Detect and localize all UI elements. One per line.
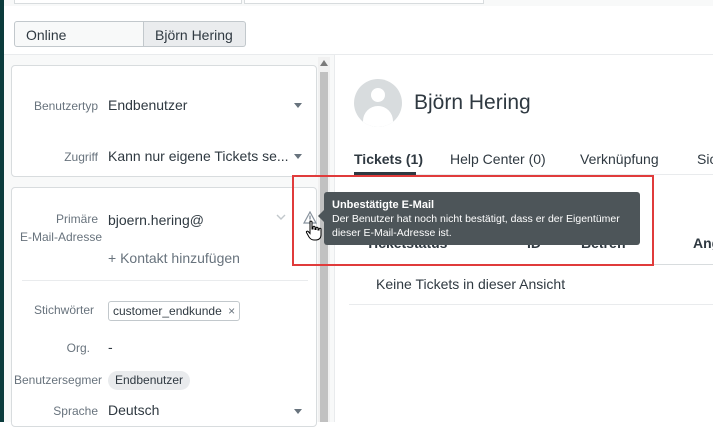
highlight-annotation-box — [292, 175, 654, 266]
tag-chip[interactable]: customer_endkunde × — [108, 301, 241, 321]
primary-email-value[interactable]: bjoern.hering@ — [108, 212, 204, 228]
tab-tickets[interactable]: Tickets (1) — [354, 151, 423, 167]
org-label: Org. — [66, 341, 90, 355]
workspace-tabs: Online (erstellen) Björn Hering — [4, 6, 713, 69]
tag-chip-label: customer_endkunde — [113, 304, 222, 318]
user-type-label: Benutzertyp — [33, 99, 98, 113]
chevron-down-icon[interactable] — [294, 154, 302, 159]
user-basic-card: Benutzertyp Endbenutzer Zugriff Kann nur… — [11, 65, 317, 177]
chevron-down-icon[interactable] — [294, 409, 302, 414]
language-label: Sprache — [53, 404, 98, 418]
chevron-down-icon[interactable] — [294, 103, 302, 108]
col-requested[interactable]: Ang — [693, 235, 713, 251]
user-details-card: Primäre E-Mail-Adresse bjoern.hering@ + … — [11, 187, 317, 427]
org-value[interactable]: - — [108, 339, 113, 355]
segment-badge: Endbenutzer — [108, 371, 191, 390]
empty-table-message: Keine Tickets in dieser Ansicht — [376, 276, 566, 292]
scroll-up-arrow-icon[interactable] — [320, 60, 328, 66]
tab-more[interactable]: Sic — [697, 151, 713, 167]
add-contact-link[interactable]: + Kontakt hinzufügen — [108, 250, 240, 266]
tab-help-center[interactable]: Help Center (0) — [450, 151, 546, 167]
user-type-select[interactable]: Endbenutzer — [108, 97, 187, 113]
segment-label: Benutzersegmer — [14, 373, 103, 387]
primary-email-label-line2: E-Mail-Adresse — [19, 230, 102, 244]
tab-links[interactable]: Verknüpfung — [580, 151, 659, 167]
access-label: Zugriff — [64, 150, 98, 164]
access-select[interactable]: Kann nur eigene Tickets se... — [108, 148, 289, 164]
avatar-placeholder-icon — [354, 79, 402, 127]
tab-user-profile[interactable]: Björn Hering — [144, 21, 246, 47]
primary-email-label-line1: Primäre — [55, 212, 98, 226]
chevron-down-icon[interactable] — [276, 214, 286, 221]
tab-online-create[interactable]: Online (erstellen) — [14, 21, 144, 69]
language-select[interactable]: Deutsch — [108, 402, 159, 418]
user-properties-pane: Benutzertyp Endbenutzer Zugriff Kann nur… — [4, 55, 334, 427]
close-icon[interactable]: × — [228, 304, 235, 318]
table-row-divider — [349, 304, 713, 305]
top-field-1[interactable] — [14, 0, 242, 4]
profile-name: Björn Hering — [414, 91, 531, 114]
divider — [22, 280, 308, 281]
tags-label: Stichwörter — [33, 303, 94, 317]
top-field-2[interactable] — [244, 0, 484, 4]
